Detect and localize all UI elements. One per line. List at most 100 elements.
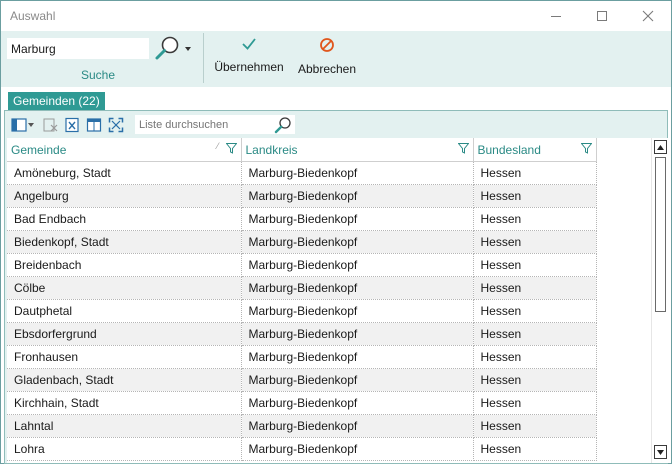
cell-gemeinde[interactable]: Lohra <box>7 437 242 461</box>
fit-columns-button[interactable] <box>107 116 125 134</box>
cell-landkreis[interactable]: Marburg-Biedenkopf <box>241 161 474 185</box>
search-button[interactable] <box>154 34 196 62</box>
maximize-button[interactable] <box>579 1 625 31</box>
cell-landkreis[interactable]: Marburg-Biedenkopf <box>241 368 474 392</box>
cell-bundesland[interactable]: Hessen <box>473 414 597 438</box>
filter-icon[interactable] <box>225 143 237 154</box>
cell-gemeinde[interactable]: Ebsdorfergrund <box>7 322 242 346</box>
cell-bundesland[interactable]: Hessen <box>473 345 597 369</box>
prohibited-icon <box>320 38 334 52</box>
cell-bundesland[interactable]: Hessen <box>473 184 597 208</box>
table-row[interactable]: Ebsdorfergrund Marburg-Biedenkopf Hessen <box>7 322 597 346</box>
list-search-input[interactable] <box>135 115 295 134</box>
cell-gemeinde[interactable]: Dautphetal <box>7 299 242 323</box>
magnifier-icon <box>274 116 291 133</box>
cell-gemeinde[interactable]: Fronhausen <box>7 345 242 369</box>
cell-gemeinde[interactable]: Lahntal <box>7 414 242 438</box>
columns-icon <box>11 118 27 132</box>
cell-gemeinde[interactable]: Biedenkopf, Stadt <box>7 230 242 254</box>
filter-icon[interactable] <box>580 143 592 154</box>
cell-gemeinde[interactable]: Bad Endbach <box>7 207 242 231</box>
dropdown-caret-icon[interactable] <box>185 47 191 51</box>
arrow-up-icon <box>657 144 664 150</box>
cell-gemeinde[interactable]: Cölbe <box>7 276 242 300</box>
cell-bundesland[interactable]: Hessen <box>473 253 597 277</box>
export-excel-button[interactable] <box>63 116 81 134</box>
table-row[interactable]: Angelburg Marburg-Biedenkopf Hessen <box>7 184 597 208</box>
clear-filter-button[interactable] <box>41 116 59 134</box>
close-button[interactable] <box>625 1 671 31</box>
gemeinden-table: Gemeinde ⁄ Landkreis Bundesland Amönebur… <box>7 138 597 461</box>
table-row[interactable]: Dautphetal Marburg-Biedenkopf Hessen <box>7 299 597 323</box>
cell-landkreis[interactable]: Marburg-Biedenkopf <box>241 345 474 369</box>
cell-landkreis[interactable]: Marburg-Biedenkopf <box>241 391 474 415</box>
cell-bundesland[interactable]: Hessen <box>473 322 597 346</box>
table-row[interactable]: Lohra Marburg-Biedenkopf Hessen <box>7 437 597 461</box>
cell-bundesland[interactable]: Hessen <box>473 391 597 415</box>
cell-bundesland[interactable]: Hessen <box>473 299 597 323</box>
window-title: Auswahl <box>10 9 56 23</box>
table-icon <box>86 118 102 132</box>
cell-landkreis[interactable]: Marburg-Biedenkopf <box>241 253 474 277</box>
close-icon <box>642 10 654 22</box>
vertical-scrollbar[interactable] <box>651 138 668 463</box>
cell-gemeinde[interactable]: Amöneburg, Stadt <box>7 161 242 185</box>
checkmark-icon <box>242 38 256 50</box>
filter-icon[interactable] <box>457 143 469 154</box>
cell-gemeinde[interactable]: Gladenbach, Stadt <box>7 368 242 392</box>
search-input[interactable] <box>7 38 149 59</box>
arrow-down-icon <box>657 449 664 455</box>
cell-gemeinde[interactable]: Breidenbach <box>7 253 242 277</box>
cell-gemeinde[interactable]: Kirchhain, Stadt <box>7 391 242 415</box>
minimize-button[interactable] <box>533 1 579 31</box>
cell-bundesland[interactable]: Hessen <box>473 368 597 392</box>
cell-bundesland[interactable]: Hessen <box>473 437 597 461</box>
cell-gemeinde[interactable]: Angelburg <box>7 184 242 208</box>
cell-landkreis[interactable]: Marburg-Biedenkopf <box>241 437 474 461</box>
grid-body: Gemeinde ⁄ Landkreis Bundesland Amönebur… <box>7 138 599 463</box>
title-bar: Auswahl <box>1 1 671 31</box>
cell-landkreis[interactable]: Marburg-Biedenkopf <box>241 299 474 323</box>
table-body: Amöneburg, Stadt Marburg-Biedenkopf Hessen… <box>7 161 597 461</box>
column-header-bundesland[interactable]: Bundesland <box>473 138 597 162</box>
table-row[interactable]: Amöneburg, Stadt Marburg-Biedenkopf Hessen <box>7 161 597 185</box>
table-row[interactable]: Breidenbach Marburg-Biedenkopf Hessen <box>7 253 597 277</box>
column-header-label: Landkreis <box>245 143 298 157</box>
table-row[interactable]: Fronhausen Marburg-Biedenkopf Hessen <box>7 345 597 369</box>
scrollbar-thumb[interactable] <box>655 157 666 312</box>
table-row[interactable]: Lahntal Marburg-Biedenkopf Hessen <box>7 414 597 438</box>
table-row[interactable]: Kirchhain, Stadt Marburg-Biedenkopf Hessen <box>7 391 597 415</box>
cell-landkreis[interactable]: Marburg-Biedenkopf <box>241 230 474 254</box>
cell-bundesland[interactable]: Hessen <box>473 161 597 185</box>
cancel-button[interactable]: Abbrechen <box>294 37 360 81</box>
column-chooser-dropdown[interactable] <box>27 116 35 134</box>
cell-landkreis[interactable]: Marburg-Biedenkopf <box>241 276 474 300</box>
column-header-label: Bundesland <box>477 143 541 157</box>
search-group-label: Suche <box>80 68 116 82</box>
column-header-gemeinde[interactable]: Gemeinde ⁄ <box>7 138 242 162</box>
table-row[interactable]: Biedenkopf, Stadt Marburg-Biedenkopf Hesse… <box>7 230 597 254</box>
accept-button[interactable]: Übernehmen <box>212 37 286 81</box>
list-toolbar <box>5 111 667 138</box>
data-grid: Gemeinde ⁄ Landkreis Bundesland Amönebur… <box>7 138 668 463</box>
cell-bundesland[interactable]: Hessen <box>473 276 597 300</box>
header-row: Gemeinde ⁄ Landkreis Bundesland <box>7 138 597 162</box>
column-header-landkreis[interactable]: Landkreis <box>241 138 474 162</box>
scroll-up-button[interactable] <box>654 140 667 154</box>
table-view-button[interactable] <box>85 116 103 134</box>
table-row[interactable]: Gladenbach, Stadt Marburg-Biedenkopf Hesse… <box>7 368 597 392</box>
table-row[interactable]: Cölbe Marburg-Biedenkopf Hessen <box>7 276 597 300</box>
tab-gemeinden[interactable]: Gemeinden (22) <box>8 92 105 110</box>
cancel-button-label: Abbrechen <box>297 62 357 76</box>
table-row[interactable]: Bad Endbach Marburg-Biedenkopf Hessen <box>7 207 597 231</box>
cell-landkreis[interactable]: Marburg-Biedenkopf <box>241 322 474 346</box>
scroll-down-button[interactable] <box>654 445 667 459</box>
grid-empty-area <box>599 138 649 463</box>
cell-bundesland[interactable]: Hessen <box>473 207 597 231</box>
column-chooser-button[interactable] <box>10 116 28 134</box>
cell-bundesland[interactable]: Hessen <box>473 230 597 254</box>
cell-landkreis[interactable]: Marburg-Biedenkopf <box>241 207 474 231</box>
list-search-button[interactable] <box>273 115 293 134</box>
cell-landkreis[interactable]: Marburg-Biedenkopf <box>241 414 474 438</box>
cell-landkreis[interactable]: Marburg-Biedenkopf <box>241 184 474 208</box>
